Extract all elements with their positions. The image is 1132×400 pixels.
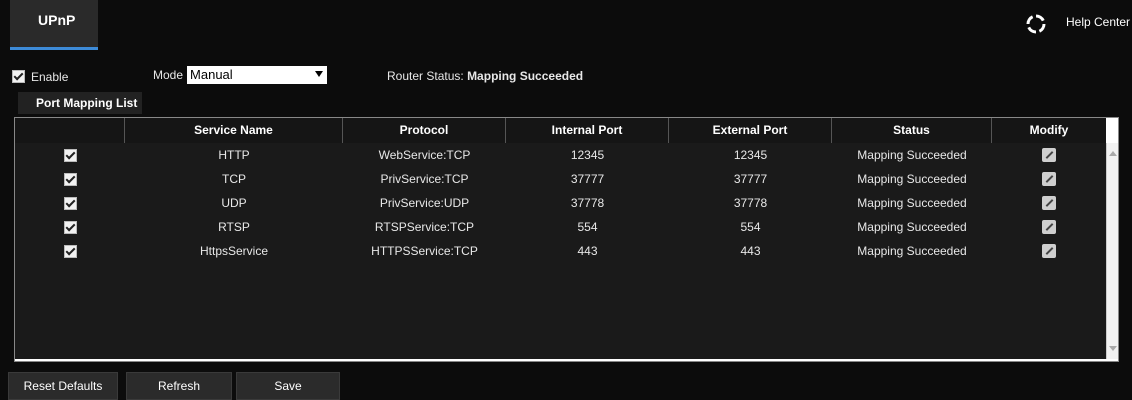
help-center-button[interactable]: Help Center — [1018, 12, 1132, 36]
help-icon — [1026, 14, 1046, 34]
row-checkbox[interactable] — [63, 149, 77, 163]
row-checkbox[interactable] — [63, 221, 77, 235]
protocol-cell: PrivService:UDP — [379, 196, 470, 210]
service-name-cell: HttpsService — [199, 244, 269, 258]
help-center-label: Help Center — [1066, 15, 1131, 29]
reset-defaults-button[interactable]: Reset Defaults — [8, 372, 118, 400]
row-checkbox[interactable] — [63, 197, 77, 211]
top-bar: UPnP Help Center — [0, 0, 1132, 50]
service-name-cell: HTTP — [218, 148, 250, 162]
router-status: Router Status: Mapping Succeeded — [387, 69, 583, 83]
row-checkbox[interactable] — [63, 173, 77, 187]
service-name-cell: RTSP — [218, 220, 250, 234]
enable-label: Enable — [31, 69, 69, 84]
table-header: Service Name Protocol Internal Port Exte… — [15, 118, 1106, 143]
status-cell: Mapping Succeeded — [857, 148, 967, 162]
service-name-cell: TCP — [222, 172, 246, 186]
port-mapping-table: Service Name Protocol Internal Port Exte… — [14, 117, 1119, 362]
external-port-cell: 37777 — [733, 172, 768, 186]
internal-port-cell: 37777 — [570, 172, 605, 186]
column-header-external-port: External Port — [669, 118, 832, 143]
internal-port-cell: 554 — [577, 220, 598, 234]
tab-upnp-label: UPnP — [38, 12, 76, 28]
row-select-cell — [15, 167, 125, 191]
tab-port-mapping-list[interactable]: Port Mapping List — [18, 92, 142, 114]
chevron-down-icon — [315, 71, 324, 77]
enable-checkbox-group[interactable]: Enable — [12, 68, 68, 84]
edit-icon[interactable] — [1042, 244, 1056, 258]
table-row: HTTP WebService:TCP 12345 12345 Mapping … — [15, 143, 1106, 167]
internal-port-cell: 37778 — [570, 196, 605, 210]
column-header-internal-port: Internal Port — [506, 118, 669, 143]
row-select-cell — [15, 239, 125, 263]
scroll-down-icon[interactable] — [1109, 346, 1117, 351]
edit-icon[interactable] — [1042, 220, 1056, 234]
edit-icon[interactable] — [1042, 196, 1056, 210]
row-select-cell — [15, 191, 125, 215]
table-empty-area — [15, 263, 1106, 359]
column-header-modify: Modify — [1029, 123, 1069, 137]
protocol-cell: PrivService:TCP — [380, 172, 469, 186]
refresh-button[interactable]: Refresh — [126, 372, 232, 400]
status-cell: Mapping Succeeded — [857, 220, 967, 234]
column-header-protocol: Protocol — [343, 118, 506, 143]
router-status-value: Mapping Succeeded — [467, 69, 584, 83]
row-select-cell — [15, 143, 125, 167]
external-port-cell: 12345 — [733, 148, 768, 162]
mode-select[interactable]: Manual — [187, 66, 328, 84]
column-header-service-name: Service Name — [125, 118, 343, 143]
internal-port-cell: 12345 — [570, 148, 605, 162]
internal-port-cell: 443 — [577, 244, 598, 258]
mode-group: Mode Manual — [153, 66, 328, 84]
service-name-cell: UDP — [221, 196, 247, 210]
protocol-cell: RTSPService:TCP — [374, 220, 475, 234]
router-status-label: Router Status: — [387, 69, 464, 83]
column-header-status: Status — [832, 118, 992, 143]
table-row: HttpsService HTTPSService:TCP 443 443 Ma… — [15, 239, 1106, 263]
external-port-cell: 443 — [740, 244, 761, 258]
table-row: RTSP RTSPService:TCP 554 554 Mapping Suc… — [15, 215, 1106, 239]
table-body: HTTP WebService:TCP 12345 12345 Mapping … — [15, 143, 1106, 359]
protocol-cell: HTTPSService:TCP — [371, 244, 478, 258]
external-port-cell: 554 — [740, 220, 761, 234]
tab-upnp[interactable]: UPnP — [10, 0, 98, 50]
table-scrollbar[interactable] — [1106, 143, 1118, 359]
edit-icon[interactable] — [1042, 148, 1056, 162]
external-port-cell: 37778 — [733, 196, 768, 210]
row-checkbox[interactable] — [63, 245, 77, 259]
tab-port-mapping-list-label: Port Mapping List — [36, 96, 138, 110]
protocol-cell: WebService:TCP — [378, 148, 471, 162]
status-cell: Mapping Succeeded — [857, 244, 967, 258]
status-cell: Mapping Succeeded — [857, 172, 967, 186]
mode-select-value: Manual — [190, 67, 233, 82]
active-tab-indicator — [10, 47, 98, 50]
row-select-cell — [15, 215, 125, 239]
table-row: UDP PrivService:UDP 37778 37778 Mapping … — [15, 191, 1106, 215]
mode-label: Mode — [153, 68, 184, 82]
status-cell: Mapping Succeeded — [857, 196, 967, 210]
save-button[interactable]: Save — [236, 372, 340, 400]
edit-icon[interactable] — [1042, 172, 1056, 186]
scroll-up-icon[interactable] — [1109, 151, 1117, 156]
table-row: TCP PrivService:TCP 37777 37777 Mapping … — [15, 167, 1106, 191]
enable-checkbox[interactable] — [12, 70, 25, 84]
column-header-select — [15, 118, 125, 143]
